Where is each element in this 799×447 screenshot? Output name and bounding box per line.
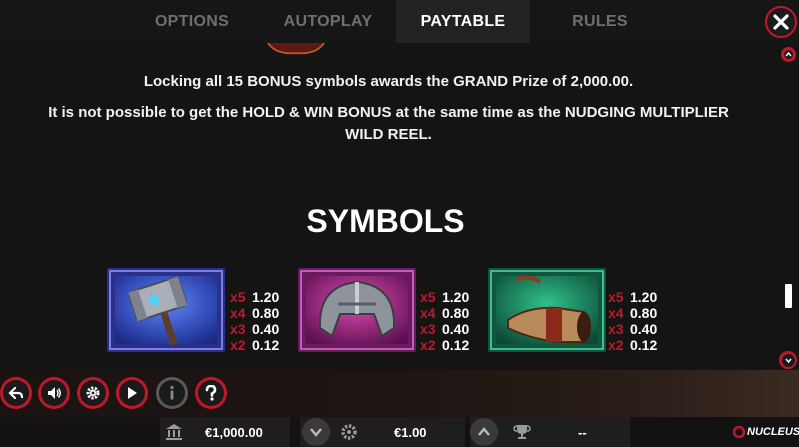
info-button[interactable] xyxy=(156,377,188,409)
brand-logo: NUCLEUS xyxy=(733,426,799,438)
nucleus-logo-icon xyxy=(733,426,745,438)
tab-rules[interactable]: RULES xyxy=(533,0,667,43)
helmet-icon xyxy=(298,268,416,352)
balance-value: €1,000.00 xyxy=(205,425,263,440)
help-button[interactable] xyxy=(195,377,227,409)
chevron-up-icon xyxy=(478,427,490,436)
tab-paytable[interactable]: PAYTABLE xyxy=(396,0,530,43)
bank-icon xyxy=(166,424,182,440)
scroll-down-inner xyxy=(781,353,795,367)
trophy-icon xyxy=(513,425,531,439)
info-icon xyxy=(159,380,185,406)
sound-button[interactable] xyxy=(38,377,70,409)
scrollbar-track[interactable] xyxy=(777,43,799,370)
sound-icon xyxy=(41,380,67,406)
bonus-emblem-icon xyxy=(267,43,325,55)
hammer-payouts: x5 1.20 x4 0.80 x3 0.40 x2 0.12 xyxy=(230,289,280,353)
grand-prize-text: Locking all 15 BONUS symbols awards the … xyxy=(143,73,634,90)
helmet-payouts: x5 1.20 x4 0.80 x3 0.40 x2 0.12 xyxy=(420,289,470,353)
hold-win-text-line2: WILD REEL. xyxy=(345,126,432,143)
play-icon xyxy=(119,380,145,406)
bet-increase-button[interactable] xyxy=(470,418,498,446)
horn-symbol xyxy=(488,268,606,352)
helmet-symbol xyxy=(298,268,416,352)
settings-icon xyxy=(80,380,106,406)
scroll-up-button[interactable] xyxy=(781,47,796,62)
bet-settings-icon[interactable] xyxy=(340,423,358,441)
back-button[interactable] xyxy=(0,377,32,409)
bet-decrease-button[interactable] xyxy=(302,418,330,446)
tab-options[interactable]: OPTIONS xyxy=(125,0,259,43)
horn-icon xyxy=(488,268,606,352)
win-value: -- xyxy=(578,425,587,440)
help-icon xyxy=(198,380,224,406)
tab-bar: OPTIONS AUTOPLAY PAYTABLE RULES xyxy=(0,0,799,43)
settings-button[interactable] xyxy=(77,377,109,409)
close-button[interactable] xyxy=(765,6,797,38)
hold-win-text-line1: It is not possible to get the HOLD & WIN… xyxy=(48,104,729,121)
bet-value: €1.00 xyxy=(394,425,427,440)
hammer-icon xyxy=(107,268,225,352)
play-button[interactable] xyxy=(116,377,148,409)
close-icon xyxy=(773,14,789,30)
tab-autoplay[interactable]: AUTOPLAY xyxy=(261,0,395,43)
back-icon xyxy=(3,380,29,406)
symbols-title: SYMBOLS xyxy=(306,203,465,239)
horn-payouts: x5 1.20 x4 0.80 x3 0.40 x2 0.12 xyxy=(608,289,658,353)
chevron-up-icon xyxy=(784,50,793,59)
scrollbar-thumb[interactable] xyxy=(785,284,792,308)
chevron-down-icon xyxy=(310,428,322,437)
paytable-content: Locking all 15 BONUS symbols awards the … xyxy=(0,43,777,370)
brand-name: NUCLEUS xyxy=(747,426,799,438)
hammer-symbol xyxy=(107,268,225,352)
scroll-down-button[interactable] xyxy=(779,351,797,369)
chevron-down-icon xyxy=(784,358,792,363)
